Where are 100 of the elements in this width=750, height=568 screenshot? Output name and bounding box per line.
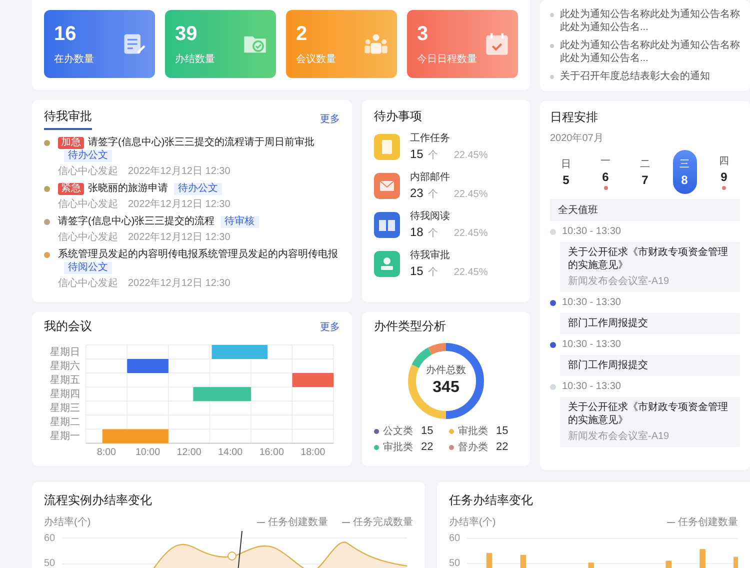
approval-source: 信心中心发起	[58, 230, 118, 244]
approval-time: 2022年12月12日 12:30	[128, 231, 230, 244]
event-card[interactable]: 关于公开征求《市财政专项资金管理的实施意见》 新闻发布会会议室-A19	[560, 397, 740, 447]
todo-rate: 22.45%	[454, 189, 488, 200]
legend-value: 22	[421, 441, 434, 453]
panel-title: 日程安排	[550, 109, 599, 126]
read-icon	[374, 212, 400, 238]
legend-label: 审批类	[458, 424, 488, 438]
legend-label: 公文类	[383, 424, 413, 438]
todo-name: 工作任务	[410, 132, 451, 145]
meeting-bar[interactable]	[292, 373, 334, 388]
status-tag: 待阅公文	[64, 262, 112, 274]
stat-value: 2	[296, 22, 308, 46]
axis-label: 星期一	[50, 431, 80, 442]
event-card[interactable]: 部门工作周报提交	[560, 313, 740, 334]
approve-icon	[374, 251, 400, 277]
stat-value: 39	[175, 22, 198, 46]
axis-label: 星期日	[50, 346, 80, 358]
legend-label: 任务创建数量	[268, 516, 328, 529]
todo-name: 内部邮件	[410, 170, 451, 184]
panel-title: 待我审批	[44, 108, 92, 130]
axis-label: 8:00	[96, 447, 116, 457]
urgent-tag: 紧急	[58, 183, 84, 195]
todo-count: 15	[410, 264, 424, 278]
todo-unit: 个	[428, 150, 438, 161]
legend-value: 15	[496, 425, 508, 437]
axis-label: 14:00	[218, 447, 243, 457]
more-link[interactable]: 更多	[320, 320, 340, 334]
stat-value: 3	[417, 22, 430, 46]
meeting-bar[interactable]	[127, 358, 168, 374]
panel-title: 任务办结率变化	[449, 492, 533, 509]
approval-source: 信心中心发起	[58, 198, 118, 211]
calendar-day[interactable]: 三 8	[672, 150, 696, 194]
axis-label: 18:00	[300, 447, 326, 457]
notice-link[interactable]: 关于召开年度总结表彰大会的通知	[560, 70, 710, 83]
panel-title: 流程实例办结率变化	[44, 492, 152, 509]
stat-label: 在办数量	[54, 52, 94, 66]
event-time: 10:30 - 13:30	[562, 381, 621, 392]
status-tag: 待办公文	[174, 183, 222, 195]
calendar-day[interactable]: 日 5	[554, 150, 578, 194]
urgent-tag: 加急	[58, 137, 84, 149]
todo-count: 18	[410, 225, 424, 239]
calendar-day[interactable]: 一 6	[594, 150, 618, 194]
approval-time: 2022年12月12日 12:30	[128, 165, 230, 178]
approval-title[interactable]: 请签字(信息中心)张三三提交的流程请于周日前审批	[88, 137, 315, 148]
stat-label: 今日日程数量	[417, 52, 477, 66]
month-label: 2020年07月	[550, 132, 604, 145]
event-time: 10:30 - 13:30	[562, 297, 621, 308]
axis-label: 16:00	[259, 447, 284, 457]
event-card[interactable]: 关于公开征求《市财政专项资金管理的实施意见》 新闻发布会会议室-A19	[560, 242, 740, 292]
calendar-check-icon	[484, 31, 510, 57]
approval-title[interactable]: 系统管理员发起的内容明传电报系统管理员发起的内容明传电报	[58, 249, 338, 260]
approval-source: 信心中心发起	[58, 164, 118, 178]
event-card[interactable]: 部门工作周报提交	[560, 355, 740, 376]
meeting-bar[interactable]	[212, 344, 268, 359]
axis-label: 60	[449, 533, 462, 544]
legend-value: 15	[421, 425, 434, 437]
axis-title: 办结率(个)	[449, 516, 496, 529]
calendar-day[interactable]: 二 7	[633, 150, 657, 194]
notice-link[interactable]: 此处为通知公告名称此处为通知公告名称此处为通知公告名...	[560, 8, 740, 34]
task-icon	[374, 134, 400, 160]
axis-label: 12:00	[176, 447, 202, 457]
stat-card[interactable]: 16 在办数量	[44, 10, 155, 78]
legend-label: 督办类	[458, 440, 488, 454]
meeting-bar[interactable]	[193, 387, 251, 402]
stat-label: 办结数量	[175, 52, 215, 66]
axis-label: 星期六	[50, 360, 80, 372]
approval-time: 2022年12月12日 12:30	[128, 198, 230, 211]
event-time: 10:30 - 13:30	[562, 226, 621, 237]
axis-label: 50	[449, 558, 462, 568]
calendar-day[interactable]: 四 9	[712, 150, 736, 194]
approval-title[interactable]: 张晓丽的旅游申请	[88, 183, 168, 194]
todo-name: 待我审批	[410, 248, 451, 262]
axis-label: 50	[44, 558, 56, 568]
panel-title: 我的会议	[44, 318, 92, 335]
todo-rate: 22.45%	[454, 267, 488, 278]
axis-label: 10:00	[135, 447, 160, 457]
todo-count: 15	[410, 147, 424, 161]
todo-item[interactable]: 内部邮件 23 个 22.45%	[374, 170, 518, 202]
todo-item[interactable]: 待我审批 15 个 22.45%	[374, 248, 518, 280]
todo-name: 待我阅读	[410, 210, 451, 223]
notice-link[interactable]: 此处为通知公告名称此处为通知公告名称此处为通知公告名...	[560, 39, 740, 65]
todo-item[interactable]: 工作任务 15 个 22.45%	[374, 131, 518, 163]
axis-title: 办结率(个)	[44, 516, 91, 529]
panel-title: 待办事项	[374, 108, 422, 125]
stat-label: 会议数量	[296, 52, 336, 66]
axis-label: 星期五	[50, 375, 80, 386]
todo-count: 23	[410, 186, 424, 200]
todo-unit: 个	[428, 189, 438, 200]
more-link[interactable]: 更多	[320, 112, 340, 126]
total-value: 345	[432, 379, 460, 397]
mail-icon	[374, 173, 400, 199]
event-time: 10:30 - 13:30	[562, 339, 621, 350]
approval-time: 2022年12月12日 12:30	[128, 277, 230, 290]
todo-item[interactable]: 待我阅读 18 个 22.45%	[374, 209, 518, 241]
status-tag: 待办公文	[64, 150, 112, 162]
legend-label: 审批类	[383, 440, 413, 454]
approval-title[interactable]: 请签字(信息中心)张三三提交的流程	[58, 216, 215, 227]
axis-label: 星期三	[50, 403, 80, 414]
stat-value: 16	[54, 22, 78, 46]
